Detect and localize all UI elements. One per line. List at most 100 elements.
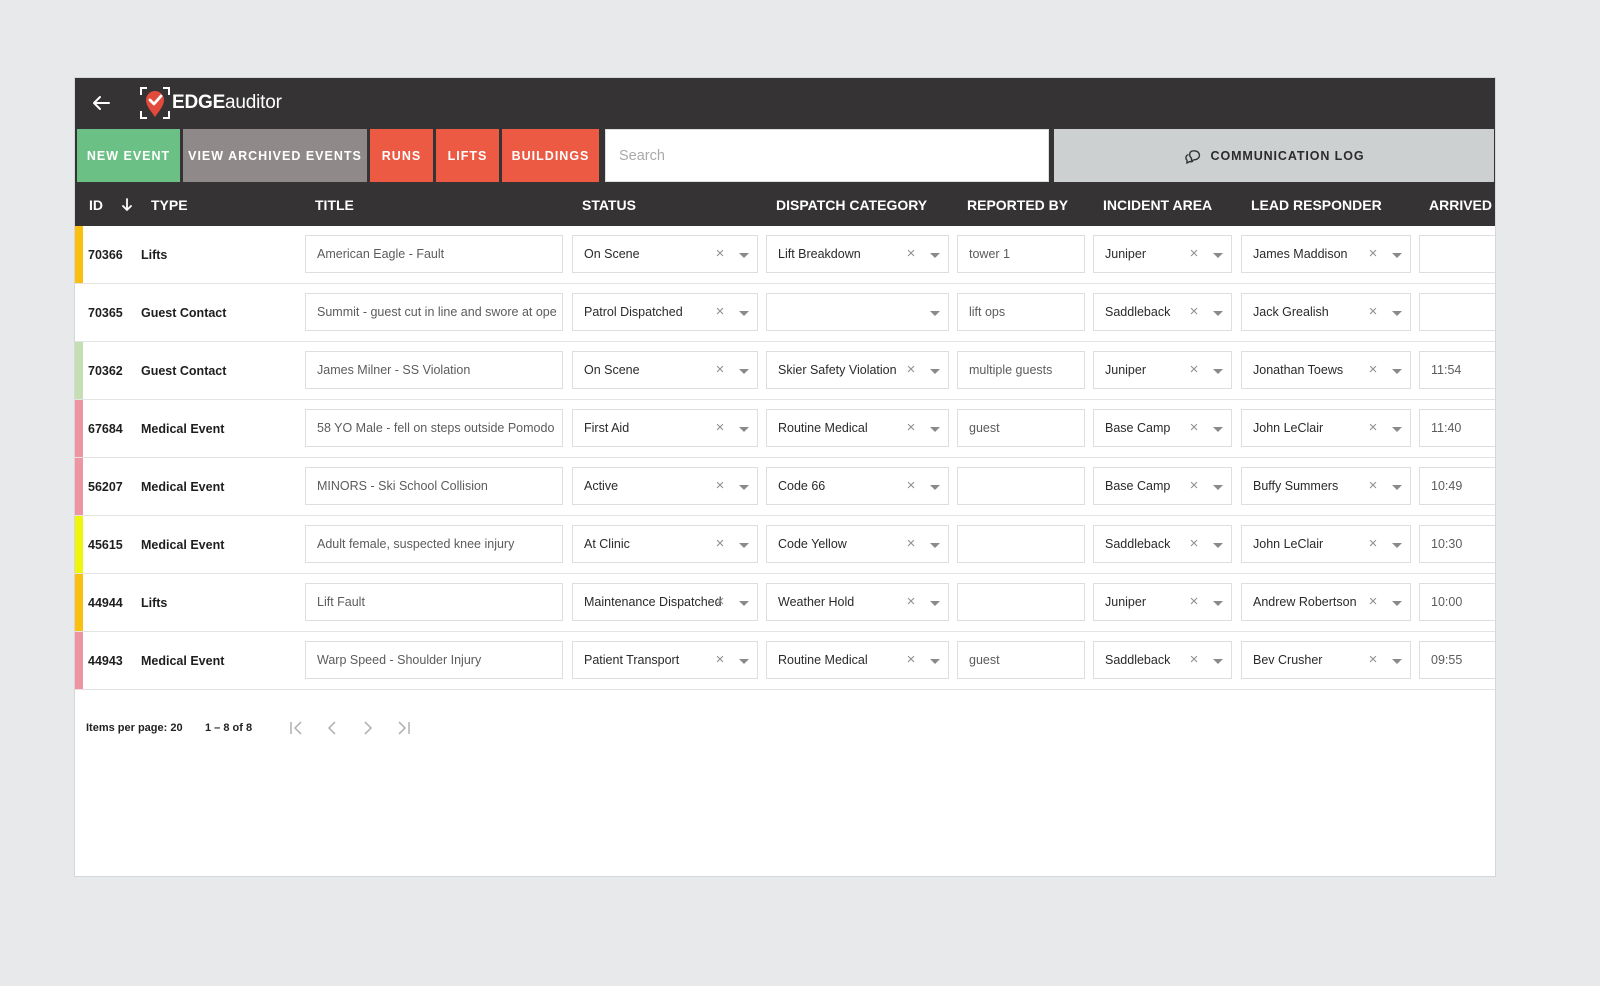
reported-by-input[interactable] [957, 525, 1085, 563]
chevron-down-icon[interactable] [739, 659, 749, 664]
title-input[interactable]: Adult female, suspected knee injury [305, 525, 563, 563]
dispatch-category-select[interactable]: Code Yellow × [766, 525, 949, 563]
clear-icon[interactable]: × [904, 652, 918, 668]
chevron-down-icon[interactable] [1213, 369, 1223, 374]
title-input[interactable]: Summit - guest cut in line and swore at … [305, 293, 563, 331]
table-row[interactable]: 67684 Medical Event 58 YO Male - fell on… [75, 400, 1495, 458]
clear-icon[interactable]: × [904, 362, 918, 378]
chevron-down-icon[interactable] [1213, 253, 1223, 258]
table-row[interactable]: 44943 Medical Event Warp Speed - Shoulde… [75, 632, 1495, 690]
clear-icon[interactable]: × [713, 652, 727, 668]
arrived-time-input[interactable] [1419, 293, 1495, 331]
status-select[interactable]: Patrol Dispatched × [572, 293, 758, 331]
dispatch-category-select[interactable] [766, 293, 949, 331]
table-row[interactable]: 70366 Lifts American Eagle - Fault On Sc… [75, 226, 1495, 284]
chevron-down-icon[interactable] [1392, 543, 1402, 548]
clear-icon[interactable]: × [713, 420, 727, 436]
chevron-down-icon[interactable] [739, 369, 749, 374]
chevron-down-icon[interactable] [1392, 427, 1402, 432]
table-row[interactable]: 56207 Medical Event MINORS - Ski School … [75, 458, 1495, 516]
column-header-incident-area[interactable]: INCIDENT AREA [1103, 184, 1212, 226]
lead-responder-select[interactable]: Andrew Robertson × [1241, 583, 1411, 621]
reported-by-input[interactable]: lift ops [957, 293, 1085, 331]
chevron-down-icon[interactable] [930, 369, 940, 374]
chevron-down-icon[interactable] [1213, 485, 1223, 490]
clear-icon[interactable]: × [1187, 594, 1201, 610]
title-input[interactable]: American Eagle - Fault [305, 235, 563, 273]
column-header-arrived[interactable]: ARRIVED [1429, 184, 1492, 226]
table-row[interactable]: 70362 Guest Contact James Milner - SS Vi… [75, 342, 1495, 400]
table-row[interactable]: 70365 Guest Contact Summit - guest cut i… [75, 284, 1495, 342]
clear-icon[interactable]: × [1187, 652, 1201, 668]
chevron-down-icon[interactable] [1392, 253, 1402, 258]
title-input[interactable]: Lift Fault [305, 583, 563, 621]
status-select[interactable]: Patient Transport × [572, 641, 758, 679]
status-select[interactable]: First Aid × [572, 409, 758, 447]
lead-responder-select[interactable]: John LeClair × [1241, 525, 1411, 563]
prev-page-icon[interactable] [323, 719, 341, 737]
chevron-down-icon[interactable] [930, 253, 940, 258]
chevron-down-icon[interactable] [930, 311, 940, 316]
reported-by-input[interactable]: multiple guests [957, 351, 1085, 389]
status-select[interactable]: Maintenance Dispatched × [572, 583, 758, 621]
buildings-button[interactable]: BUILDINGS [502, 129, 599, 182]
dispatch-category-select[interactable]: Code 66 × [766, 467, 949, 505]
column-header-dispatch-category[interactable]: DISPATCH CATEGORY [776, 184, 927, 226]
last-page-icon[interactable] [394, 719, 412, 737]
title-input[interactable]: James Milner - SS Violation [305, 351, 563, 389]
dispatch-category-select[interactable]: Lift Breakdown × [766, 235, 949, 273]
arrived-time-input[interactable]: 10:49 [1419, 467, 1495, 505]
arrived-time-input[interactable]: 11:40 [1419, 409, 1495, 447]
column-header-type[interactable]: TYPE [151, 184, 188, 226]
view-archived-events-button[interactable]: VIEW ARCHIVED EVENTS [183, 129, 367, 182]
clear-icon[interactable]: × [1366, 536, 1380, 552]
chevron-down-icon[interactable] [739, 601, 749, 606]
lifts-button[interactable]: LIFTS [436, 129, 499, 182]
reported-by-input[interactable] [957, 467, 1085, 505]
dispatch-category-select[interactable]: Routine Medical × [766, 409, 949, 447]
lead-responder-select[interactable]: Jack Grealish × [1241, 293, 1411, 331]
communication-log-button[interactable]: COMMUNICATION LOG [1054, 129, 1494, 182]
clear-icon[interactable]: × [1366, 652, 1380, 668]
arrived-time-input[interactable] [1419, 235, 1495, 273]
dispatch-category-select[interactable]: Skier Safety Violation × [766, 351, 949, 389]
incident-area-select[interactable]: Juniper × [1093, 235, 1232, 273]
chevron-down-icon[interactable] [739, 543, 749, 548]
incident-area-select[interactable]: Juniper × [1093, 583, 1232, 621]
reported-by-input[interactable]: tower 1 [957, 235, 1085, 273]
clear-icon[interactable]: × [1366, 362, 1380, 378]
column-header-lead-responder[interactable]: LEAD RESPONDER [1251, 184, 1382, 226]
chevron-down-icon[interactable] [1392, 311, 1402, 316]
status-select[interactable]: On Scene × [572, 235, 758, 273]
chevron-down-icon[interactable] [739, 311, 749, 316]
table-row[interactable]: 45615 Medical Event Adult female, suspec… [75, 516, 1495, 574]
clear-icon[interactable]: × [1187, 536, 1201, 552]
clear-icon[interactable]: × [1187, 362, 1201, 378]
clear-icon[interactable]: × [904, 420, 918, 436]
arrived-time-input[interactable]: 10:00 [1419, 583, 1495, 621]
runs-button[interactable]: RUNS [370, 129, 433, 182]
clear-icon[interactable]: × [1366, 594, 1380, 610]
dispatch-category-select[interactable]: Routine Medical × [766, 641, 949, 679]
chevron-down-icon[interactable] [930, 427, 940, 432]
clear-icon[interactable]: × [1187, 246, 1201, 262]
lead-responder-select[interactable]: Buffy Summers × [1241, 467, 1411, 505]
incident-area-select[interactable]: Saddleback × [1093, 525, 1232, 563]
chevron-down-icon[interactable] [1392, 485, 1402, 490]
next-page-icon[interactable] [359, 719, 377, 737]
new-event-button[interactable]: NEW EVENT [77, 129, 180, 182]
search-field[interactable] [605, 129, 1049, 182]
chevron-down-icon[interactable] [739, 485, 749, 490]
column-header-status[interactable]: STATUS [582, 184, 636, 226]
chevron-down-icon[interactable] [1213, 659, 1223, 664]
clear-icon[interactable]: × [713, 594, 727, 610]
clear-icon[interactable]: × [1366, 420, 1380, 436]
status-select[interactable]: Active × [572, 467, 758, 505]
sort-desc-button[interactable] [121, 184, 133, 226]
table-row[interactable]: 44944 Lifts Lift Fault Maintenance Dispa… [75, 574, 1495, 632]
reported-by-input[interactable]: guest [957, 409, 1085, 447]
lead-responder-select[interactable]: James Maddison × [1241, 235, 1411, 273]
reported-by-input[interactable]: guest [957, 641, 1085, 679]
status-select[interactable]: On Scene × [572, 351, 758, 389]
chevron-down-icon[interactable] [930, 659, 940, 664]
